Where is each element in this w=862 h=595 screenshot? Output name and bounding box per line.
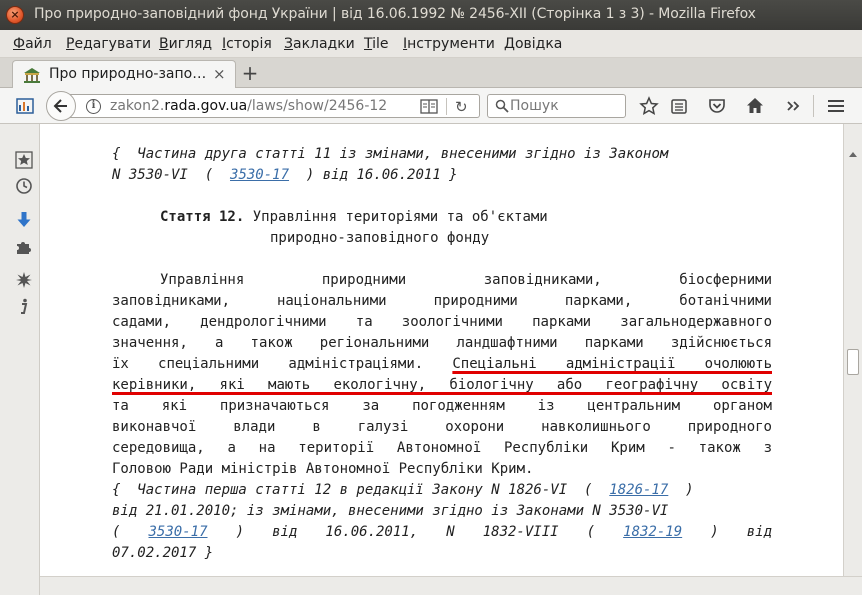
paragraph-line-2: заповідниками, національними природними … <box>112 293 772 309</box>
amendment-note-2-line-2: від 21.01.2010; із змінами, внесеними зг… <box>112 503 669 519</box>
article-heading-line-2: природно-заповідного фонду <box>270 230 490 246</box>
bookmark-star-box-icon[interactable] <box>15 151 33 169</box>
addons-puzzle-icon[interactable] <box>15 238 33 256</box>
search-input[interactable] <box>510 97 620 115</box>
law-link-3530-17[interactable]: 3530-17 <box>230 167 289 183</box>
overflow-chevron-icon[interactable] <box>783 96 803 116</box>
scroll-up-arrow-icon[interactable] <box>849 152 857 157</box>
downloads-arrow-icon[interactable] <box>15 211 33 229</box>
bookmarks-list-icon[interactable] <box>669 96 689 116</box>
menu-view[interactable]: Вигляд <box>159 36 212 52</box>
amendment-note-2-line-1: { Частина перша статті 12 в редакції Зак… <box>112 482 694 498</box>
back-button[interactable] <box>46 91 76 121</box>
paragraph-line-10: Головою Ради міністрів Автономної Респуб… <box>112 461 534 477</box>
law-document: { Частина друга статті 11 із змінами, вн… <box>112 144 772 564</box>
reload-icon[interactable]: ↻ <box>455 98 468 116</box>
menu-bookmarks[interactable]: Закладки <box>284 36 355 52</box>
sidebar-toggle-icon[interactable] <box>16 97 34 115</box>
window-close-button[interactable]: × <box>6 6 24 24</box>
page-content: { Частина друга статті 11 із змінами, вн… <box>40 124 843 576</box>
horizontal-scrollbar[interactable] <box>40 576 862 595</box>
vertical-scrollbar[interactable] <box>843 124 862 576</box>
law-link-1826-17[interactable]: 1826-17 <box>609 482 668 498</box>
parliament-favicon-icon <box>24 68 40 83</box>
paragraph-line-3: садами, дендрологічними та зоологічними … <box>112 314 772 330</box>
menu-edit[interactable]: Редагувати <box>66 36 151 52</box>
page-info-icon[interactable] <box>15 297 33 315</box>
tab-close-icon[interactable]: × <box>213 65 226 83</box>
burst-star-icon[interactable] <box>15 271 33 289</box>
site-info-icon[interactable]: i <box>86 99 101 114</box>
tab-strip: Про природно-запо… × + <box>0 58 862 89</box>
url-text[interactable]: zakon2.rada.gov.ua/laws/show/2456-12 <box>110 98 387 114</box>
hamburger-menu-icon[interactable] <box>826 96 846 116</box>
menu-history[interactable]: Історія <box>222 36 272 52</box>
menu-file[interactable]: Файл <box>13 36 52 52</box>
menu-tools[interactable]: Інструменти <box>403 36 495 52</box>
vertical-scroll-thumb[interactable] <box>847 349 859 375</box>
tab-active[interactable]: Про природно-запо… × <box>12 60 236 89</box>
menu-help[interactable]: Довідка <box>504 36 562 52</box>
history-clock-icon[interactable] <box>15 177 33 195</box>
bookmark-star-icon[interactable] <box>639 96 659 116</box>
toolbar-separator <box>813 95 814 117</box>
amendment-note-2-line-4: 07.02.2017 } <box>112 545 214 561</box>
tab-title: Про природно-запо… <box>49 66 207 82</box>
back-arrow-icon <box>53 99 67 113</box>
reader-view-icon[interactable] <box>420 99 438 114</box>
window-titlebar: × Про природно-заповідний фонд України |… <box>0 0 862 30</box>
highlighted-text-part-1: Спеціальні адміністрації очолюють <box>452 356 772 372</box>
article-label: Стаття 12. <box>160 209 245 225</box>
pocket-icon[interactable] <box>707 96 727 116</box>
amendment-note-1-line-2: N 3530-VI ( 3530-17 ) від 16.06.2011 } <box>112 167 458 183</box>
menu-tile[interactable]: Tile <box>364 36 389 52</box>
search-icon <box>495 99 509 113</box>
menu-bar: Файл Редагувати Вигляд Історія Закладки … <box>0 30 862 58</box>
addon-sidebar <box>0 124 40 595</box>
paragraph-line-7: та які призначаються за погодженням із ц… <box>112 398 772 414</box>
window-title: Про природно-заповідний фонд України | в… <box>34 6 756 22</box>
law-link-1832-19[interactable]: 1832-19 <box>623 524 682 540</box>
home-icon[interactable] <box>745 96 765 116</box>
paragraph-line-9: середовища, а на території Автономної Ре… <box>112 440 772 456</box>
law-link-3530-17-b[interactable]: 3530-17 <box>149 524 208 540</box>
article-heading-line-1: Стаття 12. Управління територіями та об'… <box>112 207 772 228</box>
new-tab-button[interactable]: + <box>240 61 260 85</box>
paragraph-line-1: Управління природними заповідниками, біо… <box>160 272 772 288</box>
navigation-toolbar: i zakon2.rada.gov.ua/laws/show/2456-12 ↻ <box>0 88 862 124</box>
url-bar[interactable]: i zakon2.rada.gov.ua/laws/show/2456-12 ↻ <box>62 94 480 118</box>
url-separator <box>446 98 447 115</box>
paragraph-line-8: виконавчої влади в галузі охорони навкол… <box>112 419 772 435</box>
article-title-part-1: Управління територіями та об'єктами <box>244 209 548 225</box>
amendment-note-1-line-1: { Частина друга статті 11 із змінами, вн… <box>112 146 669 162</box>
search-bar[interactable] <box>487 94 626 118</box>
paragraph-line-5: їх спеціальними адміністраціями. Спеціал… <box>112 356 772 372</box>
highlighted-text-part-2: керівники, які мають екологічну, біологі… <box>112 377 772 393</box>
paragraph-line-4: значення, а також регіональними ландшафт… <box>112 335 772 351</box>
amendment-note-2-line-3: ( 3530-17 ) від 16.06.2011, N 1832-VIII … <box>112 524 773 540</box>
